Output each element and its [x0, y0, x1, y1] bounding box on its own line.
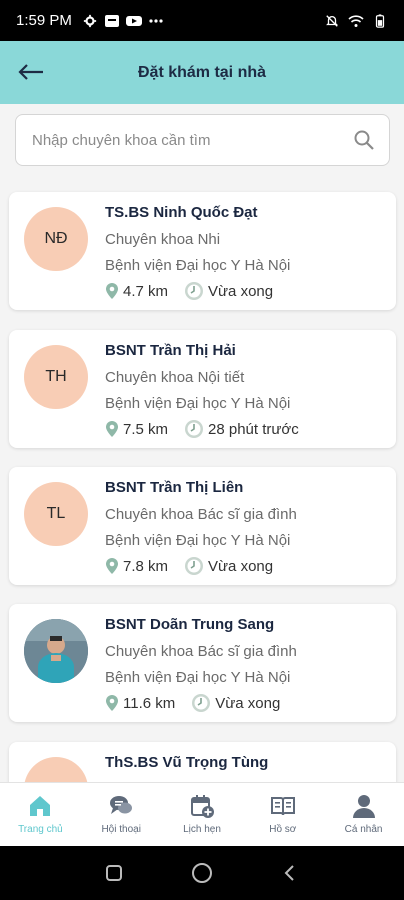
doctor-name: TS.BS Ninh Quốc Đạt	[105, 204, 258, 221]
avatar-initials: TH	[45, 368, 67, 385]
youtube-icon	[125, 15, 142, 26]
doctor-name: BSNT Trần Thị Hải	[105, 342, 236, 359]
nav-label: Hồ sơ	[269, 824, 297, 835]
app-notification-icon	[104, 14, 119, 27]
doctor-card[interactable]: TH BSNT Trần Thị Hải Chuyên khoa Nội tiế…	[9, 330, 396, 448]
doctor-name: BSNT Trần Thị Liên	[105, 479, 244, 496]
doctor-last-active: Vừa xong	[208, 557, 274, 575]
more-notifications-icon	[149, 18, 163, 23]
doctor-hospital: Bệnh viện Đại học Y Hà Nội	[105, 257, 291, 274]
avatar-initials: NĐ	[44, 230, 68, 247]
nav-label: Cá nhân	[344, 824, 383, 835]
clock-icon	[185, 420, 204, 438]
doctor-specialty: Chuyên khoa Bác sĩ gia đình	[105, 506, 297, 523]
avatar: NĐ	[24, 207, 88, 271]
search-input[interactable]	[32, 131, 353, 149]
doctor-name: ThS.BS Vũ Trọng Tùng	[105, 754, 269, 771]
doctor-name: BSNT Doãn Trung Sang	[105, 616, 275, 633]
chevron-left-icon	[284, 865, 294, 881]
doctor-list-screen[interactable]: NĐ TS.BS Ninh Quốc Đạt Chuyên khoa Nhi B…	[0, 104, 404, 782]
system-nav-bar	[0, 846, 404, 900]
records-book-icon	[270, 797, 295, 816]
doctor-last-active: Vừa xong	[215, 694, 281, 712]
avatar-initials: TL	[46, 505, 66, 522]
doctor-distance: 7.8 km	[123, 557, 169, 575]
search-box[interactable]	[15, 114, 390, 166]
nav-label: Lịch hẹn	[183, 824, 221, 835]
status-bar: 1:59 PM	[0, 0, 404, 41]
avatar-photo	[24, 619, 88, 683]
nav-home[interactable]: Trang chủ	[0, 783, 81, 846]
battery-icon	[375, 13, 385, 28]
nav-label: Trang chủ	[18, 824, 63, 835]
mute-icon	[326, 14, 338, 27]
wifi-icon	[348, 14, 364, 27]
location-pin-icon	[106, 421, 118, 437]
search-icon[interactable]	[353, 129, 375, 151]
doctor-last-active: 28 phút trước	[208, 420, 299, 438]
location-pin-icon	[106, 558, 118, 574]
doctor-hospital: Bệnh viện Đại học Y Hà Nội	[105, 395, 291, 412]
doctor-card[interactable]: ThS.BS Vũ Trọng Tùng	[9, 742, 396, 782]
bottom-nav: Trang chủ Hội thoại Lịch hẹn Hồ sơ Cá nh…	[0, 782, 404, 846]
chat-icon	[110, 796, 133, 814]
doctor-distance: 11.6 km	[123, 694, 176, 712]
location-pin-icon	[106, 695, 118, 711]
nav-label: Hội thoại	[101, 824, 141, 835]
recents-button[interactable]	[100, 859, 128, 887]
doctor-card[interactable]: TL BSNT Trần Thị Liên Chuyên khoa Bác sĩ…	[9, 467, 396, 585]
doctor-photo-icon	[24, 619, 88, 683]
doctor-card[interactable]: NĐ TS.BS Ninh Quốc Đạt Chuyên khoa Nhi B…	[9, 192, 396, 310]
person-icon	[352, 795, 375, 818]
clock-icon	[192, 694, 211, 712]
location-pin-icon	[106, 283, 118, 299]
avatar: TL	[24, 482, 88, 546]
settings-icon	[83, 14, 96, 27]
avatar	[24, 757, 88, 782]
back-button[interactable]	[16, 59, 46, 85]
doctor-distance: 4.7 km	[123, 282, 169, 300]
status-time: 1:59 PM	[16, 12, 72, 29]
page-title: Đặt khám tại nhà	[137, 63, 267, 81]
home-icon	[30, 796, 51, 816]
doctor-card[interactable]: BSNT Doãn Trung Sang Chuyên khoa Bác sĩ …	[9, 604, 396, 722]
calendar-add-icon	[190, 795, 214, 818]
doctor-distance: 7.5 km	[123, 420, 169, 438]
clock-icon	[185, 557, 204, 575]
doctor-specialty: Chuyên khoa Nội tiết	[105, 369, 245, 386]
doctor-last-active: Vừa xong	[208, 282, 274, 300]
recents-icon	[106, 865, 122, 881]
back-arrow-icon	[18, 64, 43, 80]
nav-chat[interactable]: Hội thoại	[81, 783, 162, 846]
home-circle-icon	[192, 863, 212, 883]
doctor-hospital: Bệnh viện Đại học Y Hà Nội	[105, 532, 291, 549]
nav-appointments[interactable]: Lịch hẹn	[162, 783, 243, 846]
doctor-specialty: Chuyên khoa Bác sĩ gia đình	[105, 643, 297, 660]
home-system-button[interactable]	[188, 859, 216, 887]
nav-profile[interactable]: Cá nhân	[323, 783, 404, 846]
back-system-button[interactable]	[276, 859, 304, 887]
clock-icon	[185, 282, 204, 300]
doctor-hospital: Bệnh viện Đại học Y Hà Nội	[105, 669, 291, 686]
doctor-specialty: Chuyên khoa Nhi	[105, 231, 221, 248]
avatar: TH	[24, 345, 88, 409]
nav-records[interactable]: Hồ sơ	[242, 783, 323, 846]
app-header: Đặt khám tại nhà	[0, 41, 404, 104]
